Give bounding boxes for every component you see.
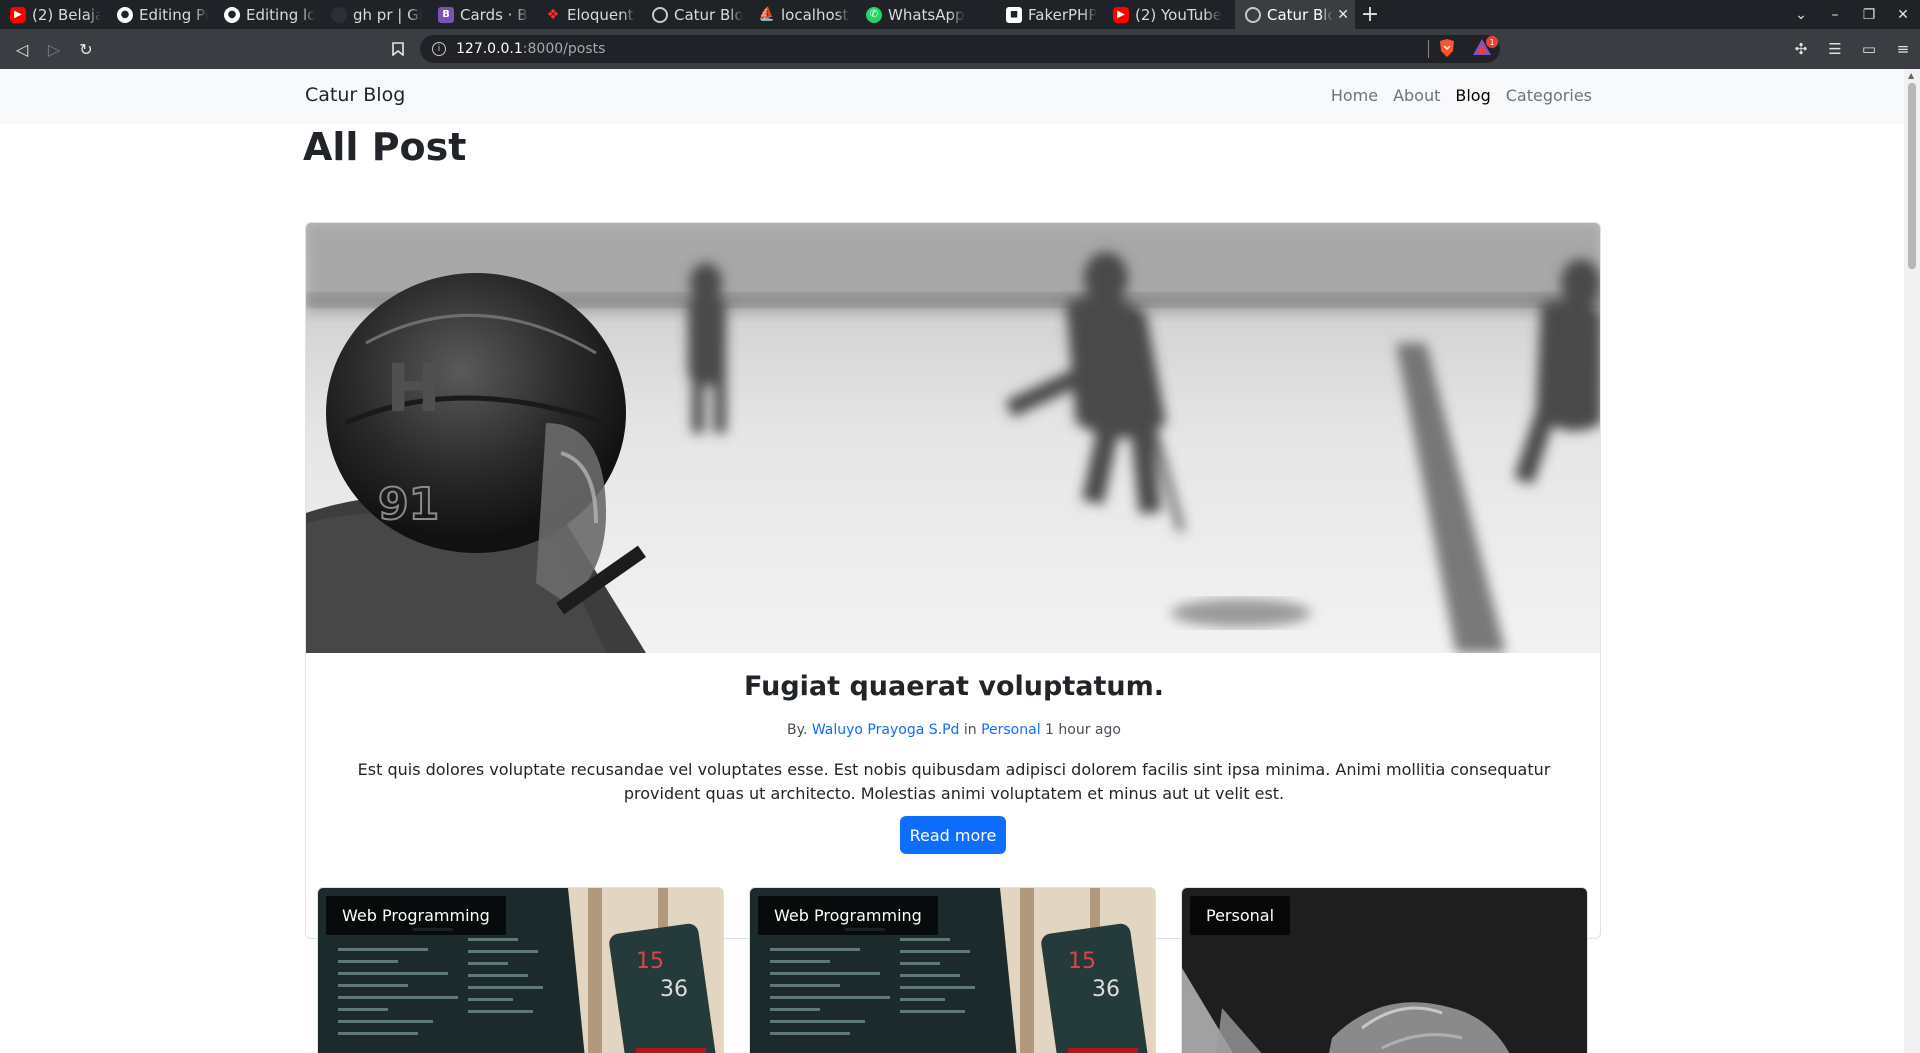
browser-tab[interactable]: Catur Blog | Sin (642, 0, 749, 29)
fakerphp-icon: ◼ (1006, 6, 1022, 23)
meta-prefix: By. (787, 722, 808, 738)
tab-title: Eloquent: Relat (567, 5, 636, 24)
phpmyadmin-icon: ⛵ (758, 7, 776, 22)
nav-link-about[interactable]: About (1393, 86, 1440, 105)
url-host: 127.0.0.1 (456, 41, 523, 57)
category-badge[interactable]: Personal (1190, 896, 1291, 935)
tab-title: gh pr | GitHub C (353, 5, 422, 24)
laravel-icon: ❖ (546, 6, 560, 23)
site-info-icon[interactable]: i (432, 42, 446, 56)
browser-toolbar: ◁ ▷ ↻ i 127.0.0.1:8000/posts (0, 29, 1920, 69)
tab-title: WhatsApp (888, 5, 965, 24)
category-badge[interactable]: Web Programming (758, 896, 938, 935)
post-card[interactable]: 15 36 Web Programming (749, 887, 1156, 1053)
tab-title: (2) Belajar Lara (32, 5, 101, 24)
svg-text:15: 15 (1068, 949, 1096, 974)
github-icon: ● (224, 6, 240, 23)
browser-tab-strip: ▶ (2) Belajar Lara ● Editing Project ● E… (0, 0, 1920, 29)
tab-title: Editing Project (139, 5, 208, 24)
browser-tab[interactable]: ◼ FakerPHP / Fak (996, 0, 1103, 29)
scroll-up-icon[interactable]: ▲ (1908, 71, 1914, 80)
youtube-icon: ▶ (1113, 6, 1129, 23)
browser-tab[interactable]: gh pr | GitHub C (321, 0, 428, 29)
post-card[interactable]: Personal (1181, 887, 1588, 1053)
site-navbar: Catur Blog Home About Blog Categories (0, 69, 1904, 124)
close-window-icon[interactable]: ✕ (1886, 7, 1920, 23)
svg-text:36: 36 (1092, 977, 1120, 1002)
github-icon: ● (117, 6, 133, 23)
scrollbar-thumb[interactable] (1908, 83, 1916, 269)
nav-link-blog[interactable]: Blog (1455, 86, 1490, 105)
featured-post-excerpt: Est quis dolores voluptate recusandae ve… (357, 760, 1551, 803)
rewards-badge: 1 (1486, 36, 1498, 48)
page-scrollbar[interactable]: ▲ (1904, 69, 1920, 1053)
playlist-icon[interactable]: ☰ (1818, 40, 1852, 58)
featured-post-image: H 91 (306, 223, 1600, 653)
browser-right-tools: ✣ ☰ ▭ ≡ (1784, 29, 1920, 69)
tab-title: localhost / loca (781, 5, 850, 24)
post-card[interactable]: 15 36 Web Programming (317, 887, 724, 1053)
post-time: 1 hour ago (1045, 722, 1121, 738)
browser-tab[interactable]: ✆ WhatsApp (856, 0, 996, 29)
browser-tab[interactable]: ▶ (2) Belajar Lara (0, 0, 107, 29)
category-badge[interactable]: Web Programming (326, 896, 506, 935)
bootstrap-icon: B (438, 6, 454, 23)
featured-post-meta: By. Waluyo Prayoga S.Pd in Personal 1 ho… (306, 722, 1600, 738)
browser-tab[interactable]: ⛵ localhost / loca (749, 0, 856, 29)
close-tab-icon[interactable]: ✕ (1333, 7, 1349, 23)
svg-text:36: 36 (660, 977, 688, 1002)
tab-title: FakerPHP / Fak (1028, 5, 1097, 24)
svg-text:15: 15 (636, 949, 664, 974)
back-icon[interactable]: ◁ (6, 33, 38, 65)
svg-text:91: 91 (378, 479, 439, 530)
browser-tab[interactable]: ▶ (2) YouTube (1103, 0, 1235, 29)
featured-post-card: H 91 Fugiat quaerat voluptatum. By. Walu… (305, 222, 1601, 939)
author-link[interactable]: Waluyo Prayoga S.Pd (812, 722, 960, 738)
featured-post-title[interactable]: Fugiat quaerat voluptatum. (306, 671, 1600, 702)
youtube-icon: ▶ (10, 6, 26, 23)
tab-title: (2) YouTube (1135, 5, 1223, 24)
read-more-button[interactable]: Read more (900, 816, 1006, 854)
browser-tab[interactable]: B Cards · Bootstr (428, 0, 535, 29)
brave-rewards-icon[interactable]: 1 (1472, 36, 1498, 58)
tab-title: Editing lolimilk (246, 5, 315, 24)
nav-link-categories[interactable]: Categories (1506, 86, 1592, 105)
restore-icon[interactable]: ❐ (1852, 7, 1886, 23)
page-viewport: Catur Blog Home About Blog Categories Al… (0, 69, 1904, 1053)
minimize-icon[interactable]: – (1818, 7, 1852, 23)
browser-tab[interactable]: ❖ Eloquent: Relat (535, 0, 642, 29)
address-bar[interactable]: i 127.0.0.1:8000/posts (420, 35, 1500, 63)
menu-icon[interactable]: ≡ (1886, 40, 1920, 58)
tab-title: Cards · Bootstr (460, 5, 529, 24)
whatsapp-icon: ✆ (866, 6, 882, 23)
forward-icon[interactable]: ▷ (38, 33, 70, 65)
window-controls: ⌄ – ❐ ✕ (1784, 0, 1920, 29)
toolbar-separator (1428, 40, 1429, 58)
bookmark-icon[interactable] (382, 33, 414, 65)
new-tab-button[interactable]: + (1355, 0, 1385, 29)
browser-tab[interactable]: ● Editing lolimilk (214, 0, 321, 29)
browser-tab[interactable]: ● Editing Project (107, 0, 214, 29)
extensions-icon[interactable]: ✣ (1784, 40, 1818, 58)
tab-title: Catur Blog | Sin (674, 5, 743, 24)
nav-links: Home About Blog Categories (1316, 86, 1592, 105)
reload-icon[interactable]: ↻ (70, 33, 102, 65)
tab-search-icon[interactable]: ⌄ (1784, 7, 1818, 23)
url-path: :8000/posts (522, 41, 606, 57)
svg-text:H: H (386, 350, 441, 427)
browser-tab-active[interactable]: Catur Blog | ✕ (1235, 0, 1355, 29)
meta-in: in (963, 722, 977, 738)
github-icon (331, 6, 347, 23)
site-brand[interactable]: Catur Blog (305, 84, 405, 106)
wallet-icon[interactable]: ▭ (1852, 40, 1886, 58)
globe-icon (1245, 6, 1261, 23)
brave-shields-icon[interactable] (1438, 38, 1456, 58)
nav-link-home[interactable]: Home (1331, 86, 1378, 105)
page-title: All Post (303, 125, 467, 169)
globe-icon (652, 6, 668, 23)
category-link[interactable]: Personal (981, 722, 1041, 738)
tab-title: Catur Blog | (1267, 5, 1334, 24)
